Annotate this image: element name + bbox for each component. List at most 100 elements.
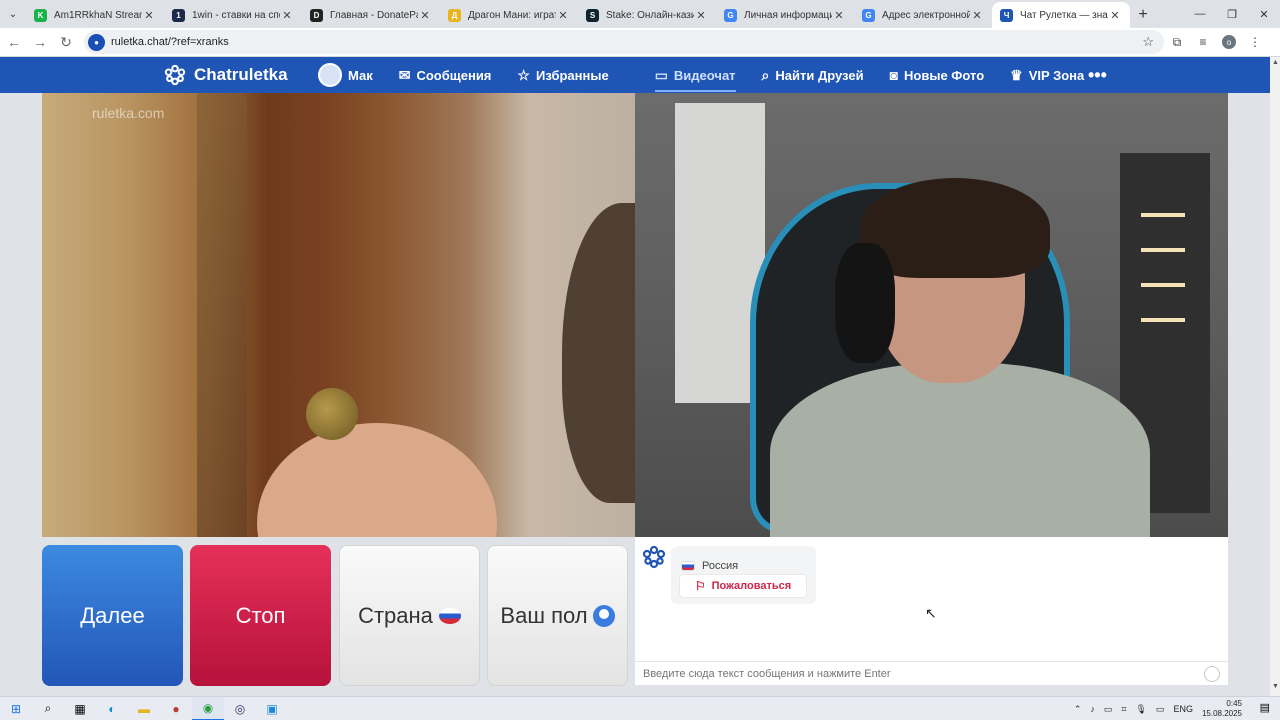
close-window-icon[interactable]: ✕ <box>1248 0 1280 28</box>
speaker-icon[interactable]: ♪ <box>1090 704 1095 714</box>
profile-icon[interactable]: o <box>1216 35 1242 49</box>
url-text[interactable]: ruletka.chat/?ref=xranks <box>111 36 1142 48</box>
browser-menu-icon[interactable]: ⋮ <box>1242 35 1268 49</box>
report-flag-icon: ⚐ <box>694 579 706 593</box>
report-button[interactable]: ⚐ Пожаловаться <box>679 574 807 598</box>
battery-icon[interactable]: ▭ <box>1156 704 1165 715</box>
tab-favicon-icon: Ч <box>1000 8 1013 22</box>
network-icon[interactable]: ⌗ <box>1121 704 1126 715</box>
tab-close-icon[interactable]: ✕ <box>1108 9 1122 22</box>
tab-favicon-icon: G <box>724 8 737 22</box>
tray-chevron-icon[interactable]: ⌃ <box>1074 704 1082 715</box>
mail-icon: ✉ <box>398 66 411 83</box>
chrome-icon[interactable]: ◉ <box>192 696 224 720</box>
self-video <box>635 93 1228 537</box>
restore-icon[interactable]: ❐ <box>1216 0 1248 28</box>
new-tab-button[interactable]: + <box>1130 2 1156 28</box>
bookmark-star-icon[interactable]: ☆ <box>1142 34 1154 50</box>
forward-icon[interactable]: → <box>28 30 52 54</box>
browser-tab[interactable]: G Адрес электронной поч✕ <box>854 2 992 28</box>
video-scene-light <box>1141 248 1185 252</box>
browser-tab[interactable]: Д Драгон Мани: играть в о✕ <box>440 2 578 28</box>
video-icon: ▭ <box>654 66 668 83</box>
nav-find-friends[interactable]: ⌕ Найти Друзей <box>762 57 864 93</box>
tab-close-icon[interactable]: ✕ <box>970 9 984 22</box>
stop-button[interactable]: Стоп <box>190 545 331 686</box>
app-icon[interactable]: ● <box>160 697 192 720</box>
language-indicator[interactable]: ENG <box>1173 704 1193 714</box>
nav-profile-label: Мак <box>348 67 373 83</box>
site-logo[interactable]: Chatruletka <box>164 57 288 93</box>
camera-icon: ◙ <box>889 67 899 83</box>
search-icon[interactable]: ⌕ <box>32 697 64 720</box>
gender-icon <box>592 604 615 627</box>
browser-tab[interactable]: 1 1win - ставки на спорт -✕ <box>164 2 302 28</box>
video-watermark: ruletka.com <box>92 105 165 121</box>
url-field[interactable]: ● ruletka.chat/?ref=xranks ☆ <box>84 30 1164 54</box>
notifications-icon[interactable]: ▤ <box>1260 701 1270 714</box>
country-button-label: Страна <box>358 602 433 628</box>
media-controls-icon[interactable]: ≡ <box>1190 35 1216 49</box>
window-controls: — ❐ ✕ <box>1184 0 1280 28</box>
tab-close-icon[interactable]: ✕ <box>418 9 432 22</box>
system-tray: ⌃ ♪ ▭ ⌗ 🎙 ▭ ENG 0:45 15.08.2025 <box>1074 697 1280 720</box>
clock[interactable]: 0:45 15.08.2025 <box>1202 699 1242 719</box>
video-scene-body <box>770 363 1150 537</box>
browser-tab[interactable]: D Главная - DonatePay.ru✕ <box>302 2 440 28</box>
browser-tab[interactable]: G Личная информация ✕ <box>716 2 854 28</box>
browser-tab[interactable]: K Am1RRkhaN Stream - Wa✕ <box>26 2 164 28</box>
nav-new-photos[interactable]: ◙ Новые Фото <box>890 57 985 93</box>
video-scene-light <box>1141 283 1185 287</box>
obs-icon[interactable]: ◎ <box>224 697 256 720</box>
gender-button[interactable]: Ваш пол <box>487 545 628 686</box>
tab-favicon-icon: S <box>586 8 599 22</box>
reload-icon[interactable]: ↻ <box>54 30 78 54</box>
nav-find-friends-label: Найти Друзей <box>775 67 864 83</box>
tab-close-icon[interactable]: ✕ <box>280 9 294 22</box>
video-scene-headphones <box>835 243 895 363</box>
mic-icon[interactable]: 🎙 <box>1135 704 1146 715</box>
tab-close-icon[interactable]: ✕ <box>142 9 156 22</box>
task-view-icon[interactable]: ▦ <box>64 697 96 720</box>
stop-button-label: Стоп <box>235 602 286 628</box>
nav-vip[interactable]: ♛ VIP Зона <box>1010 57 1084 93</box>
edge-icon[interactable]: ◐ <box>96 697 128 720</box>
tab-search-chevron-icon[interactable]: ⌄ <box>0 0 26 28</box>
video-scene-shelf <box>197 93 247 537</box>
display-icon[interactable]: ▭ <box>1104 704 1113 715</box>
minimize-icon[interactable]: — <box>1184 0 1216 28</box>
video-scene-light <box>1141 213 1185 217</box>
scroll-up-icon[interactable]: ▲ <box>1272 59 1279 66</box>
message-input[interactable] <box>643 667 1183 680</box>
main-nav: Мак ✉ Сообщения ☆ Избранные ▭ Видеочат ⌕… <box>318 57 1110 93</box>
site-info-icon[interactable]: ● <box>88 33 105 51</box>
tab-close-icon[interactable]: ✕ <box>832 9 846 22</box>
back-icon[interactable]: ← <box>2 30 26 54</box>
nav-new-photos-label: Новые Фото <box>904 67 985 83</box>
app-window-icon[interactable]: ▣ <box>256 697 288 720</box>
next-button-label: Далее <box>80 602 145 628</box>
tab-close-icon[interactable]: ✕ <box>694 9 708 22</box>
tab-title: Главная - DonatePay.ru <box>330 9 418 21</box>
video-scene-arm <box>257 423 497 537</box>
partner-info-card: Россия ⚐ Пожаловаться <box>671 546 816 604</box>
extensions-icon[interactable]: ⧉ <box>1164 35 1190 50</box>
chatruletka-logo-icon <box>642 545 666 569</box>
more-menu-icon[interactable]: ••• <box>1088 57 1107 93</box>
file-explorer-icon[interactable]: ▬ <box>128 697 160 720</box>
browser-tab[interactable]: S Stake: Онлайн-казино и✕ <box>578 2 716 28</box>
scroll-down-icon[interactable]: ▼ <box>1272 683 1279 690</box>
nav-favorites[interactable]: ☆ Избранные <box>517 57 608 93</box>
emoji-icon[interactable] <box>1204 666 1220 682</box>
nav-profile[interactable]: Мак <box>318 57 373 93</box>
browser-tab[interactable]: Ч Чат Рулетка — знако✕ <box>992 2 1130 28</box>
tab-close-icon[interactable]: ✕ <box>556 9 570 22</box>
country-button[interactable]: Страна <box>339 545 480 686</box>
os-taskbar: ⊞ ⌕ ▦ ◐ ▬ ● ◉ ◎ ▣ ⌃ ♪ ▭ ⌗ 🎙 ▭ ENG 0:45 1… <box>0 696 1280 720</box>
russia-flag-icon <box>681 561 695 571</box>
start-icon[interactable]: ⊞ <box>0 697 32 720</box>
page-scrollbar[interactable]: ▲ ▼ <box>1270 57 1280 720</box>
next-button[interactable]: Далее <box>42 545 183 686</box>
nav-videochat[interactable]: ▭ Видеочат <box>654 57 736 93</box>
nav-messages[interactable]: ✉ Сообщения <box>399 57 492 93</box>
